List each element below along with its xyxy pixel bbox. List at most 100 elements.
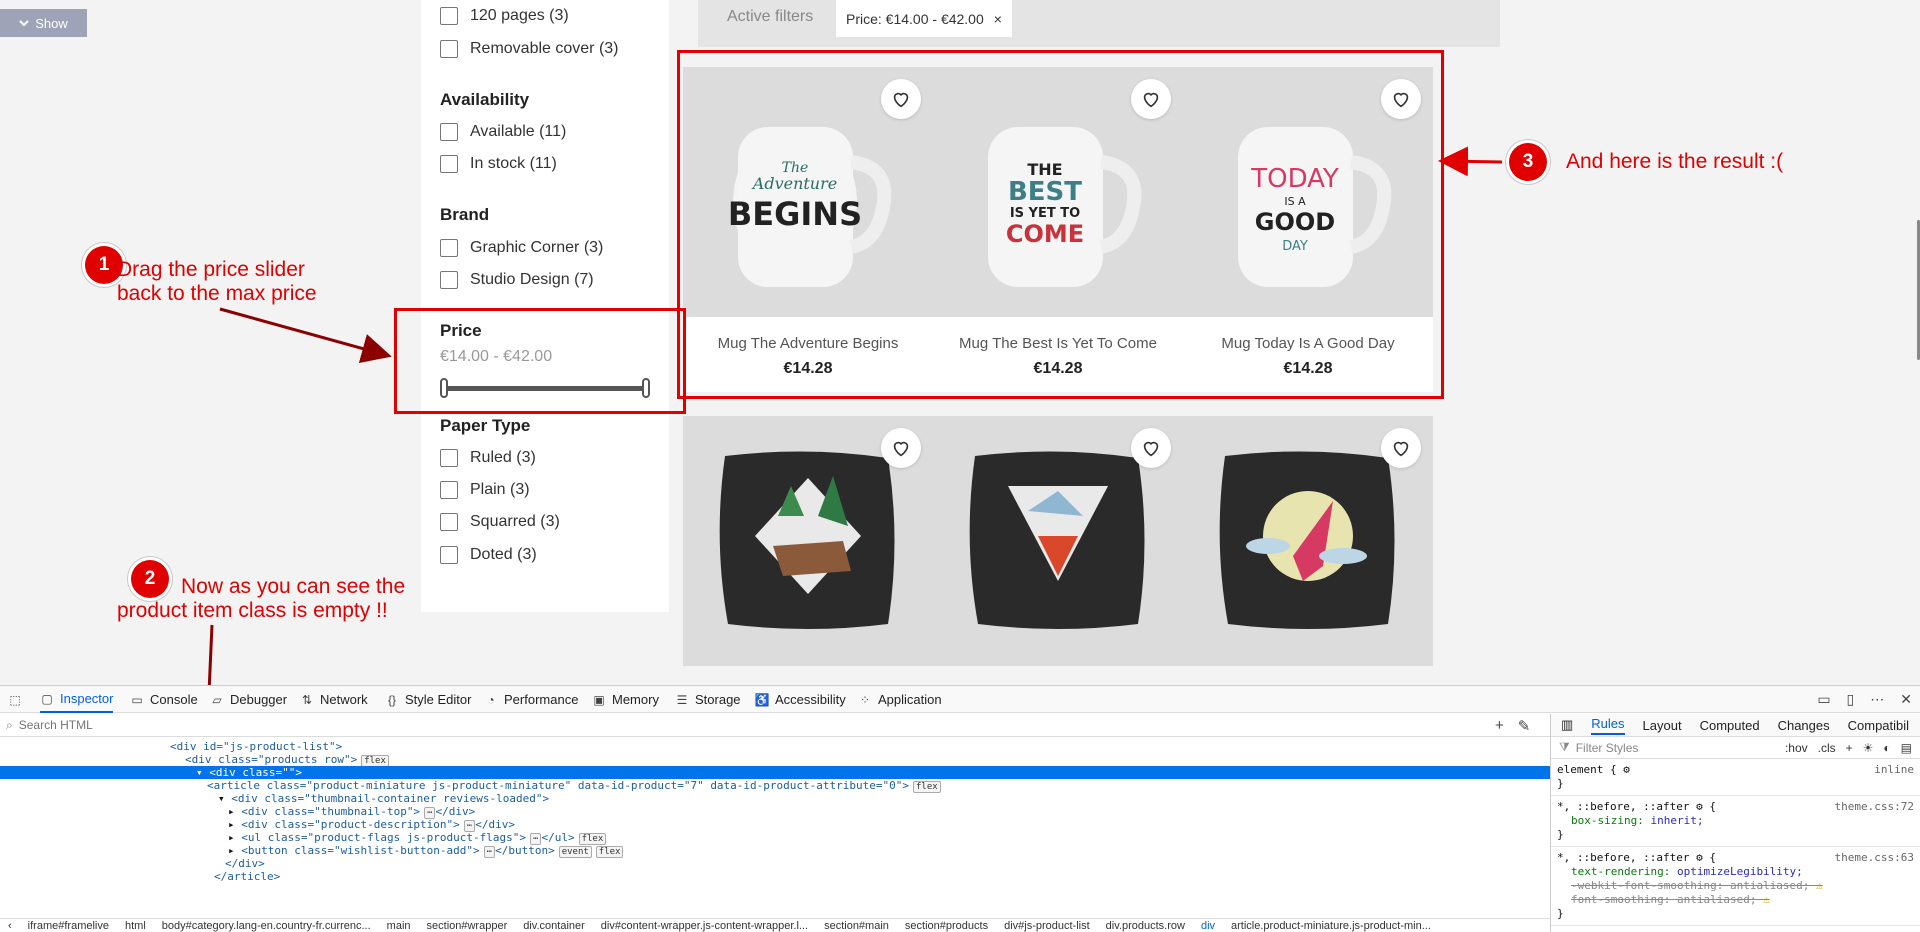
tab-accessibility[interactable]: ♿ Accessibility xyxy=(755,686,846,713)
tab-memory[interactable]: ▣ Memory xyxy=(592,686,659,713)
breadcrumb-item[interactable]: div.products.row xyxy=(1098,919,1193,932)
facet-checkbox-squarred[interactable]: Squarred (3) xyxy=(440,513,560,531)
css-value[interactable]: antialiased; xyxy=(1677,893,1756,906)
checkbox[interactable] xyxy=(440,155,458,173)
markup-node[interactable]: </article> xyxy=(0,870,1550,883)
checkbox[interactable] xyxy=(440,513,458,531)
add-node-icon[interactable]: + xyxy=(1495,717,1504,734)
facet-checkbox-in-stock[interactable]: In stock (11) xyxy=(440,155,557,173)
markup-node[interactable]: ▸ <div class="thumbnail-top"> ⋯ </div> xyxy=(0,805,1550,819)
gear-icon[interactable]: ⚙ xyxy=(1623,763,1630,776)
facet-checkbox-removable-cover[interactable]: Removable cover (3) xyxy=(440,40,619,58)
tab-changes[interactable]: Changes xyxy=(1778,718,1830,733)
breadcrumb-item[interactable]: div xyxy=(1193,919,1223,932)
tab-inspector[interactable]: ▢ Inspector xyxy=(40,686,114,713)
breadcrumb-item[interactable]: iframe#framelive xyxy=(20,919,117,932)
breadcrumb-item[interactable]: section#wrapper xyxy=(419,919,516,932)
tab-style-editor[interactable]: {} Style Editor xyxy=(385,686,472,713)
css-rule-universal-2[interactable]: *, ::before, ::after ⚙ { text-rendering:… xyxy=(1551,847,1920,926)
css-value[interactable]: antialiased; xyxy=(1730,879,1809,892)
breadcrumb-item[interactable]: main xyxy=(379,919,419,932)
gear-icon[interactable]: ⚙ xyxy=(1696,851,1703,864)
css-rule-universal-1[interactable]: *, ::before, ::after ⚙ { box-sizing: inh… xyxy=(1551,796,1920,847)
tab-console[interactable]: ▭ Console xyxy=(130,686,197,713)
markup-node[interactable]: ▸ <button class="wishlist-button-add"> ⋯ <… xyxy=(0,844,1550,858)
layout-toggle-icon[interactable]: ▥ xyxy=(1561,717,1573,733)
checkbox[interactable] xyxy=(440,449,458,467)
facet-checkbox-graphic-corner[interactable]: Graphic Corner (3) xyxy=(440,239,603,257)
facet-checkbox-plain[interactable]: Plain (3) xyxy=(440,481,530,499)
markup-node[interactable]: <div class="products row"> flex xyxy=(0,753,1550,767)
tab-compatibility[interactable]: Compatibil xyxy=(1848,718,1909,733)
css-value[interactable]: optimizeLegibility; xyxy=(1677,865,1803,878)
light-theme-icon[interactable]: ☀ xyxy=(1863,741,1874,755)
tab-rules[interactable]: Rules xyxy=(1591,716,1625,735)
css-property[interactable]: box-sizing xyxy=(1571,814,1637,827)
responsive-icon[interactable]: ▯ xyxy=(1847,691,1855,708)
checkbox[interactable] xyxy=(440,7,458,25)
wishlist-button[interactable] xyxy=(881,428,921,468)
print-icon[interactable]: ▤ xyxy=(1901,741,1912,755)
active-filter-chip[interactable]: Price: €14.00 - €42.00 × xyxy=(836,0,1012,37)
tab-storage[interactable]: ☰ Storage xyxy=(675,686,741,713)
css-rule-element[interactable]: element { ⚙ } inline xyxy=(1551,759,1920,796)
wishlist-button[interactable] xyxy=(1131,428,1171,468)
facet-checkbox-doted[interactable]: Doted (3) xyxy=(440,546,537,564)
dark-theme-icon[interactable]: ◐ xyxy=(1883,741,1890,755)
checkbox[interactable] xyxy=(440,481,458,499)
hov-toggle[interactable]: :hov xyxy=(1785,741,1808,755)
checkbox[interactable] xyxy=(440,40,458,58)
breadcrumb-item[interactable]: body#category.lang-en.country-fr.currenc… xyxy=(154,919,379,932)
breadcrumb-item[interactable]: div.container xyxy=(515,919,593,932)
tab-layout[interactable]: Layout xyxy=(1643,718,1682,733)
checkbox[interactable] xyxy=(440,271,458,289)
markup-node[interactable]: ▾ <div class="thumbnail-container review… xyxy=(0,792,1550,805)
breadcrumb-item[interactable]: article.product-miniature.js-product-min… xyxy=(1223,919,1439,932)
tab-performance[interactable]: ◔ Performance xyxy=(484,686,578,713)
markup-node[interactable]: </div> xyxy=(0,857,1550,870)
facet-checkbox-120-pages[interactable]: 120 pages (3) xyxy=(440,7,569,25)
checkbox[interactable] xyxy=(440,123,458,141)
add-rule-icon[interactable]: + xyxy=(1846,741,1853,755)
breadcrumb-item[interactable]: div#content-wrapper.js-content-wrapper.l… xyxy=(593,919,816,932)
rule-source[interactable]: theme.css:63 xyxy=(1835,851,1914,865)
element-picker-button[interactable]: ⬚ xyxy=(8,686,22,713)
product-card-pillow-fox[interactable] xyxy=(933,416,1183,666)
dock-icon[interactable]: ▭ xyxy=(1817,691,1830,708)
wishlist-button[interactable] xyxy=(1381,428,1421,468)
tab-computed[interactable]: Computed xyxy=(1700,718,1760,733)
gear-icon[interactable]: ⚙ xyxy=(1696,800,1703,813)
tab-application[interactable]: ⁘ Application xyxy=(858,686,942,713)
markup-node[interactable]: ▸ <ul class="product-flags js-product-fl… xyxy=(0,831,1550,845)
breadcrumb-item[interactable]: section#main xyxy=(816,919,897,932)
search-html-input[interactable] xyxy=(18,718,419,732)
eyedropper-icon[interactable]: ✎ xyxy=(1518,717,1531,735)
breadcrumb-item[interactable]: section#products xyxy=(897,919,996,932)
product-card-pillow-bird[interactable] xyxy=(1183,416,1433,666)
css-property[interactable]: text-rendering xyxy=(1571,865,1664,878)
markup-node[interactable]: <div id="js-product-list"> xyxy=(0,740,1550,753)
tab-debugger[interactable]: ▱ Debugger xyxy=(210,686,287,713)
breadcrumb-item[interactable]: html xyxy=(117,919,154,932)
breadcrumb-item[interactable]: div#js-product-list xyxy=(996,919,1098,932)
cls-toggle[interactable]: .cls xyxy=(1818,741,1836,755)
checkbox[interactable] xyxy=(440,546,458,564)
markup-node-selected[interactable]: ▾ <div class=""> xyxy=(0,766,1550,779)
checkbox[interactable] xyxy=(440,239,458,257)
facet-checkbox-ruled[interactable]: Ruled (3) xyxy=(440,449,536,467)
css-property[interactable]: font-smoothing xyxy=(1571,893,1664,906)
markup-node[interactable]: <article class="product-miniature js-pro… xyxy=(0,779,1550,793)
filter-styles-input[interactable]: Filter Styles xyxy=(1576,741,1639,755)
close-icon[interactable]: ✕ xyxy=(1900,691,1912,708)
close-icon[interactable]: × xyxy=(994,11,1002,27)
product-card-pillow-bear[interactable] xyxy=(683,416,933,666)
tab-network[interactable]: ⇅ Network xyxy=(300,686,368,713)
css-property[interactable]: -webkit-font-smoothing xyxy=(1571,879,1717,892)
more-icon[interactable]: ⋯ xyxy=(1870,691,1884,708)
facet-checkbox-available[interactable]: Available (11) xyxy=(440,123,566,141)
markup-node[interactable]: ▸ <div class="product-description"> ⋯ </di… xyxy=(0,818,1550,832)
css-value[interactable]: inherit; xyxy=(1650,814,1703,827)
facet-checkbox-studio-design[interactable]: Studio Design (7) xyxy=(440,271,594,289)
show-button[interactable]: Show xyxy=(0,9,87,37)
rule-source[interactable]: inline xyxy=(1874,763,1914,777)
